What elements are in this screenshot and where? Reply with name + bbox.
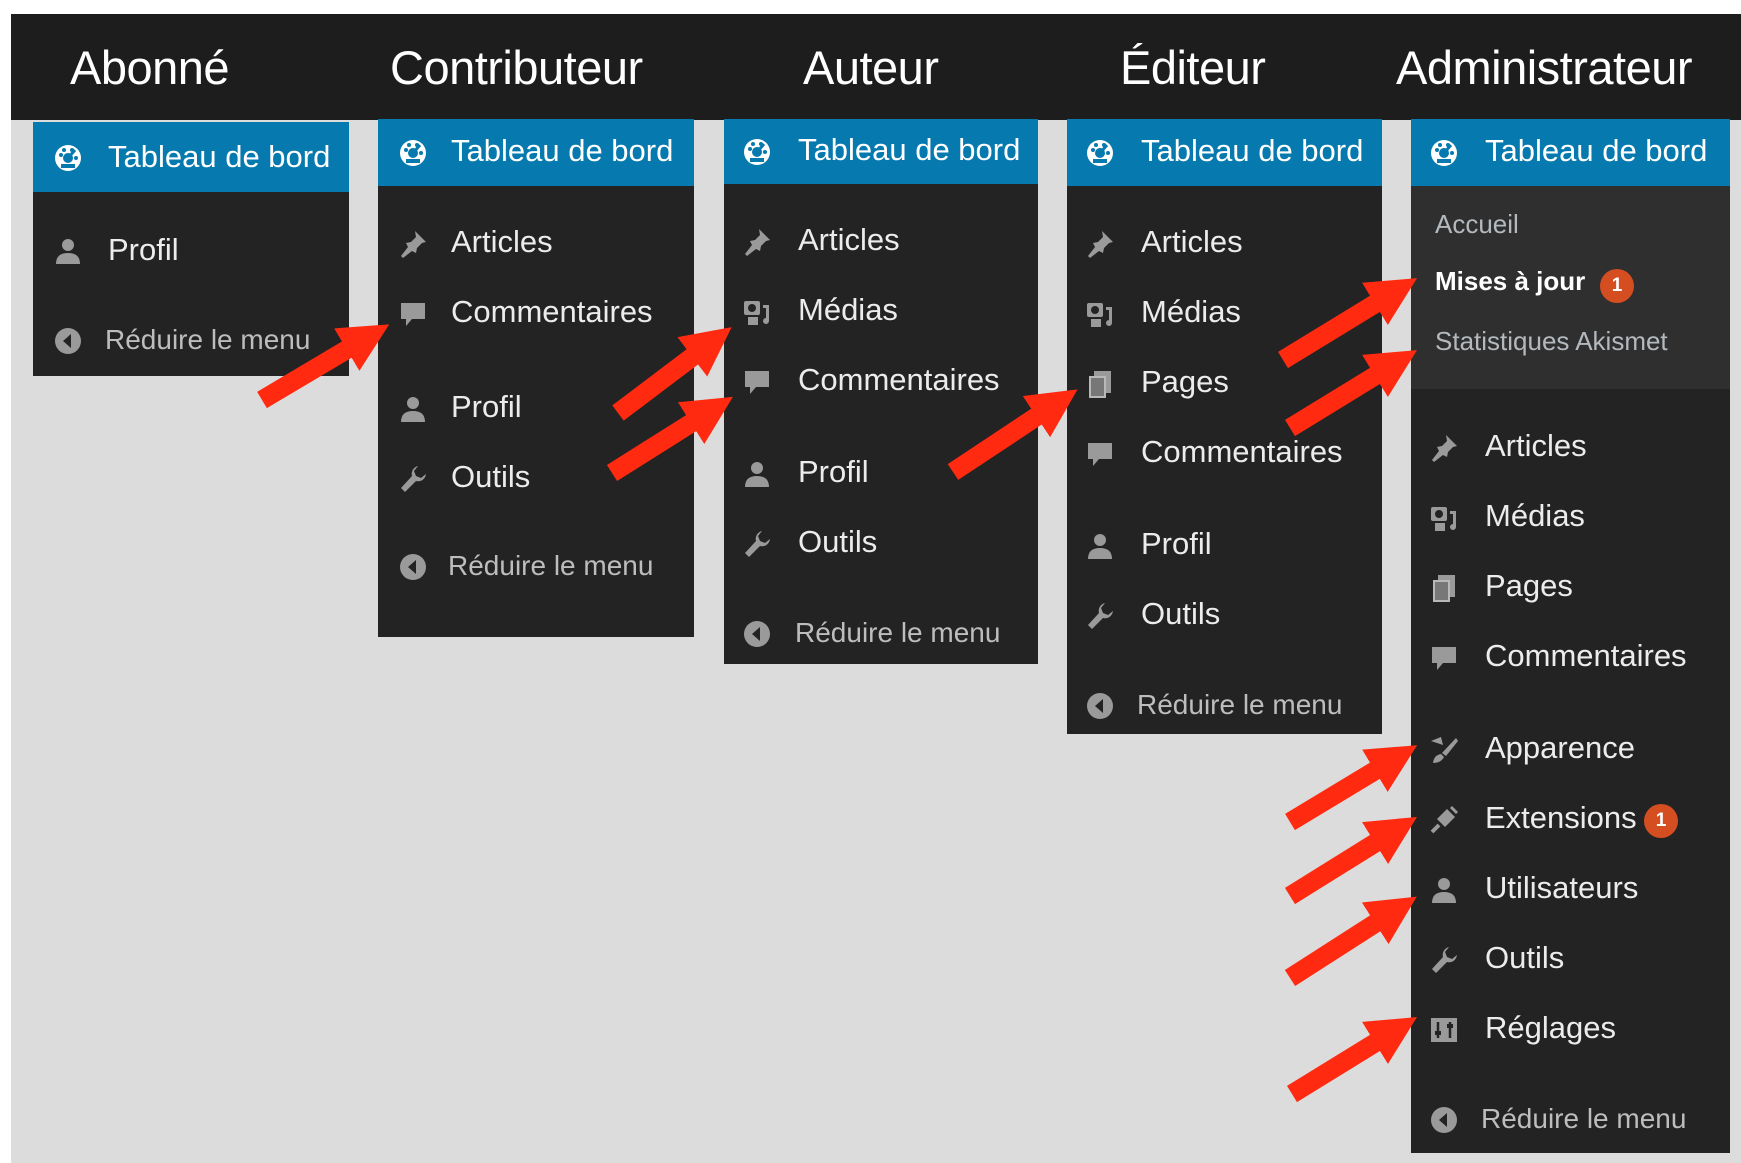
collapse-label: Réduire le menu [795, 617, 1001, 648]
menu-item-label: Extensions [1485, 800, 1637, 835]
menu-item-label: Articles [798, 222, 900, 257]
role-title-contributeur: Contributeur [390, 41, 643, 94]
menu-administrateur: Tableau de bord Accueil Mises à jour 1 S… [1411, 119, 1730, 1153]
dashboard-icon [51, 140, 85, 174]
menu-item-label: Outils [1141, 596, 1221, 631]
menu-item-label: Outils [1485, 940, 1565, 975]
menu-item-label: Tableau de bord [1141, 133, 1364, 168]
comment-icon [740, 365, 774, 399]
pin-icon [396, 227, 430, 261]
menu-item-label: Profil [1141, 526, 1212, 561]
user-icon [1427, 873, 1461, 907]
menu-item-label: Utilisateurs [1485, 870, 1639, 905]
menu-item-tableau-de-bord[interactable]: Tableau de bord [1411, 119, 1730, 186]
dashboard-icon [1427, 135, 1461, 169]
pages-icon [1427, 571, 1461, 605]
menu-item-label: Outils [798, 524, 878, 559]
menu-item-label: Profil [451, 389, 522, 424]
dashboard-submenu: Accueil Mises à jour 1 Statistiques Akis… [1411, 186, 1730, 389]
menu-item-label: Réglages [1485, 1010, 1616, 1045]
menu-item-label: Médias [1141, 294, 1241, 329]
menu-item-label: Commentaires [1141, 434, 1343, 469]
submenu-item-accueil[interactable]: Accueil [1435, 209, 1519, 240]
menu-item-label: Tableau de bord [1485, 133, 1708, 168]
comment-icon [1083, 437, 1117, 471]
media-icon [1427, 501, 1461, 535]
collapse-label: Réduire le menu [1137, 689, 1343, 720]
media-icon [740, 295, 774, 329]
menu-item-label: Commentaires [451, 294, 653, 329]
collapse-arrow-icon [740, 617, 774, 651]
settings-icon [1427, 1013, 1461, 1047]
menu-item-label: Médias [1485, 498, 1585, 533]
pin-icon [1083, 227, 1117, 261]
updates-count-badge: 1 [1600, 269, 1634, 303]
role-title-editeur: Éditeur [1120, 41, 1266, 94]
menu-item-label: Tableau de bord [108, 139, 331, 174]
menu-item-label: Tableau de bord [451, 133, 674, 168]
collapse-arrow-icon [51, 324, 85, 358]
menu-item-label: Apparence [1485, 730, 1635, 765]
wrench-icon [740, 527, 774, 561]
comment-icon [1427, 641, 1461, 675]
menu-item-label: Articles [1485, 428, 1587, 463]
menu-item-label: Tableau de bord [798, 132, 1021, 167]
collapse-label: Réduire le menu [1481, 1103, 1687, 1134]
menu-contributeur: Tableau de bord Articles Commentaires Pr… [378, 119, 694, 637]
dashboard-icon [396, 135, 430, 169]
user-icon [740, 457, 774, 491]
submenu-item-statistiques-akismet[interactable]: Statistiques Akismet [1435, 326, 1668, 357]
menu-abonne: Tableau de bord Profil Réduire le menu [33, 122, 349, 376]
comment-icon [396, 297, 430, 331]
collapse-arrow-icon [1083, 689, 1117, 723]
menu-item-label: Médias [798, 292, 898, 327]
menu-item-tableau-de-bord[interactable]: Tableau de bord [378, 119, 694, 186]
menu-item-label: Pages [1141, 364, 1229, 399]
role-title-abonne: Abonné [70, 41, 230, 94]
collapse-label: Réduire le menu [448, 550, 654, 581]
dashboard-icon [1083, 135, 1117, 169]
dashboard-icon [740, 134, 774, 168]
menu-editeur: Tableau de bord Articles Médias Pages Co… [1067, 119, 1382, 734]
user-icon [1083, 529, 1117, 563]
pages-icon [1083, 367, 1117, 401]
wrench-icon [396, 462, 430, 496]
extensions-count-badge: 1 [1644, 804, 1678, 838]
submenu-item-mises-a-jour[interactable]: Mises à jour [1435, 266, 1585, 297]
menu-item-label: Profil [798, 454, 869, 489]
menu-item-label: Articles [1141, 224, 1243, 259]
wrench-icon [1083, 599, 1117, 633]
menu-item-label: Outils [451, 459, 531, 494]
wrench-icon [1427, 943, 1461, 977]
collapse-arrow-icon [1427, 1103, 1461, 1137]
paintbrush-icon [1427, 733, 1461, 767]
menu-item-label: Profil [108, 232, 179, 267]
menu-item-label: Commentaires [1485, 638, 1687, 673]
menu-auteur: Tableau de bord Articles Médias Commenta… [724, 119, 1038, 664]
user-icon [51, 234, 85, 268]
menu-item-label: Commentaires [798, 362, 1000, 397]
plugin-icon [1427, 803, 1461, 837]
media-icon [1083, 297, 1117, 331]
collapse-label: Réduire le menu [105, 324, 311, 355]
role-title-administrateur: Administrateur [1396, 41, 1693, 94]
role-title-auteur: Auteur [803, 41, 939, 94]
menu-item-label: Pages [1485, 568, 1573, 603]
pin-icon [1427, 431, 1461, 465]
collapse-arrow-icon [396, 550, 430, 584]
pin-icon [740, 225, 774, 259]
user-icon [396, 392, 430, 426]
menu-item-tableau-de-bord[interactable]: Tableau de bord [33, 122, 349, 192]
menu-item-label: Articles [451, 224, 553, 259]
menu-item-tableau-de-bord[interactable]: Tableau de bord [724, 119, 1038, 184]
menu-item-tableau-de-bord[interactable]: Tableau de bord [1067, 119, 1382, 186]
